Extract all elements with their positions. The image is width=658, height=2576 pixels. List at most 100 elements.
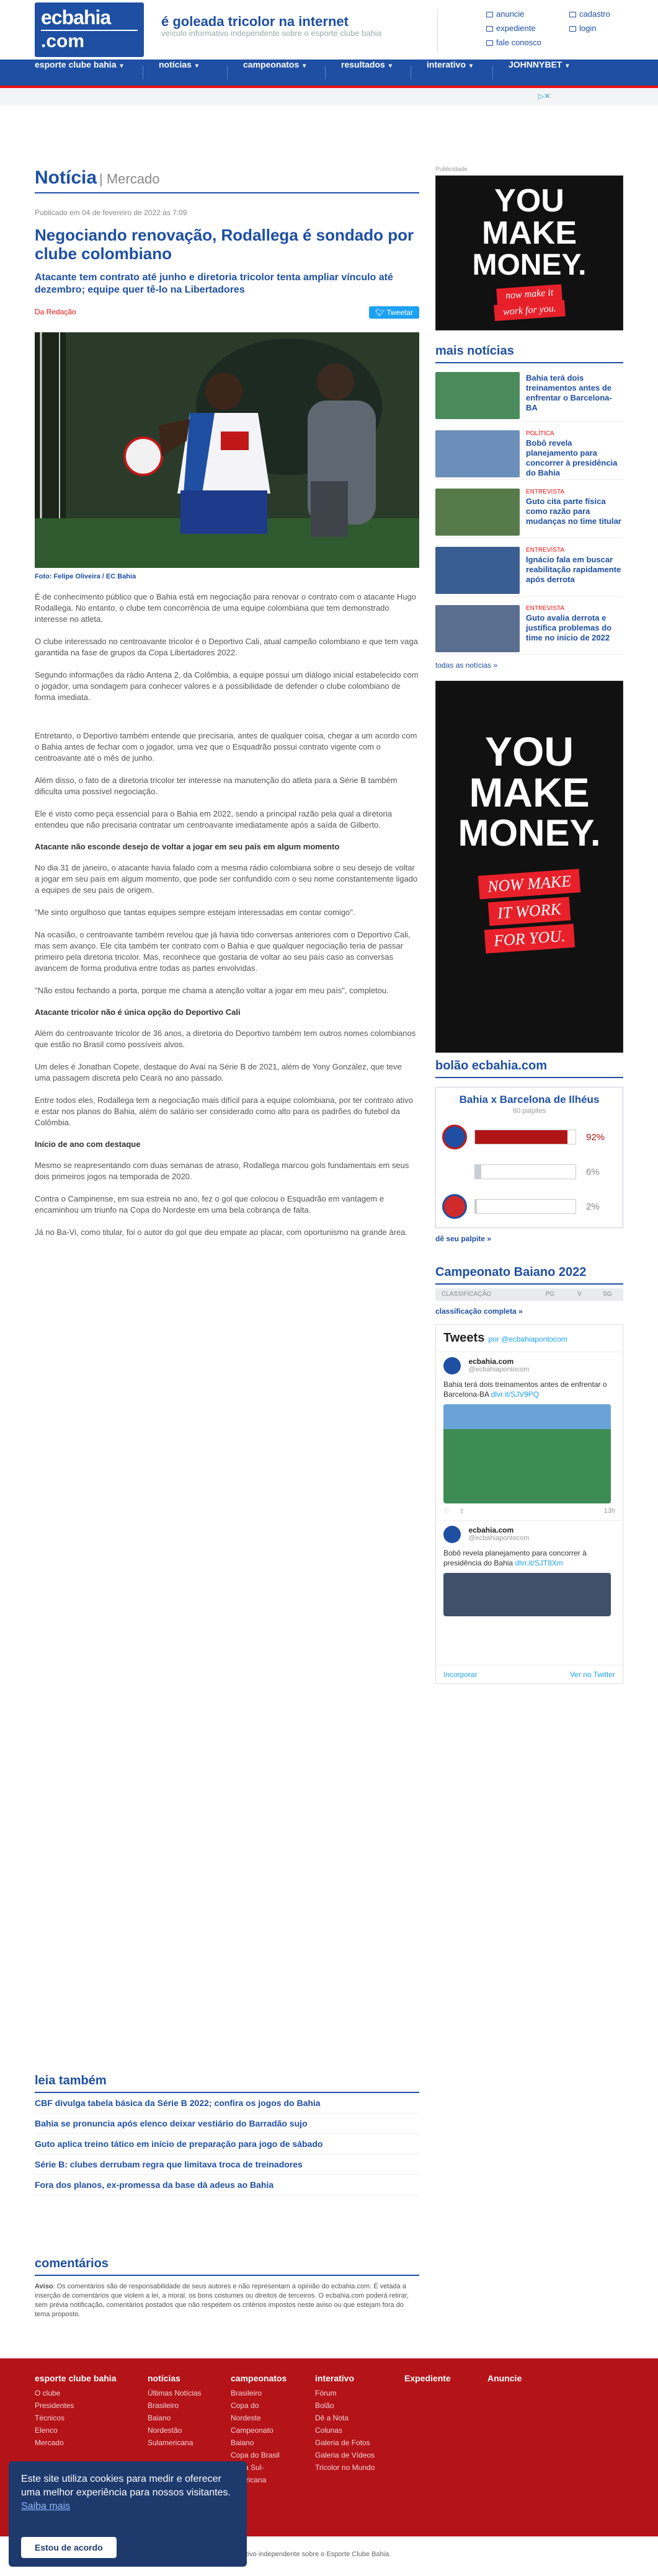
article-body: É de conhecimento público que o Bahia es…	[35, 591, 419, 1238]
footer-link[interactable]: O clube	[35, 2387, 116, 2399]
related-link[interactable]: Bahia se pronuncia após elenco deixar ve…	[35, 2113, 419, 2134]
tweets-by[interactable]: por @ecbahiapontocom	[488, 1335, 567, 1343]
footer-col-anuncie[interactable]: Anuncie	[487, 2373, 522, 2387]
footer-link[interactable]: Brasileiro	[148, 2399, 202, 2412]
chevron-down-icon: ▾	[303, 63, 306, 69]
footer-link[interactable]: Baiano	[231, 2437, 287, 2449]
footer-link[interactable]: Dê a Nota	[315, 2412, 375, 2424]
tweet[interactable]: ecbahia.com @ecbahiapontocom Bahia terá d…	[436, 1352, 623, 1520]
nav-resultados[interactable]: resultados ▾	[341, 60, 392, 86]
footer-link[interactable]: Galeria de Vídeos	[315, 2449, 375, 2461]
paragraph: Entre todos eles, Rodallega tem a negoci…	[35, 1095, 413, 1127]
footer-text: informativo independente sobre o Esporte…	[223, 2551, 391, 2558]
news-title: Bobô revela planejamento para concorrer …	[526, 438, 618, 477]
heart-icon[interactable]: ♡	[443, 1508, 450, 1515]
site-logo[interactable]: ecbahia .com	[35, 2, 144, 57]
sidebar: Publicidade YOU MAKE MONEY. now make it …	[435, 166, 623, 1684]
footer-link[interactable]: Mercado	[35, 2437, 116, 2449]
main-nav: esporte clube bahia ▾ notícias ▾ campeonat…	[0, 60, 658, 88]
poll-option-away[interactable]: 2%	[442, 1194, 616, 1219]
cookie-learn-more-link[interactable]: Saiba mais	[21, 2501, 70, 2512]
tweet-link[interactable]: dlvr.it/SJT8Xm	[515, 1559, 562, 1567]
list-item[interactable]: ENTREVISTA Guto avalia derrota e justific…	[435, 605, 623, 655]
list-item[interactable]: Bahia terá dois treinamentos antes de en…	[435, 372, 623, 422]
paragraph: Segundo informações da rádio Antena 2, d…	[35, 670, 419, 702]
footer-link[interactable]: Tricolor no Mundo	[315, 2461, 375, 2474]
footer-link[interactable]: Baiano	[148, 2412, 202, 2424]
related-link[interactable]: Guto aplica treino tático em início de p…	[35, 2134, 419, 2154]
chevron-down-icon: ▾	[120, 63, 123, 69]
news-thumbnail	[435, 372, 520, 419]
sidebar-ad-2[interactable]: YOU MAKE MONEY. NOW MAKE IT WORK FOR YOU…	[435, 681, 623, 1053]
cadastro-link[interactable]: cadastro	[569, 9, 610, 19]
list-item[interactable]: ENTREVISTA Ignácio fala em buscar reabili…	[435, 547, 623, 596]
footer-link[interactable]: Elenco	[35, 2424, 116, 2437]
tweet-author: ecbahia.com	[468, 1357, 514, 1366]
news-title: Guto cita parte física como razão para m…	[526, 497, 621, 526]
ad-text: YOU	[484, 728, 574, 774]
all-news-link[interactable]: todas as notícias »	[435, 661, 623, 670]
footer-link[interactable]: Colunas	[315, 2424, 375, 2437]
nav-interativo[interactable]: interativo ▾	[427, 60, 473, 86]
tweet-link[interactable]: dlvr.it/SJV9PQ	[491, 1390, 539, 1399]
tweet-date: 13h	[603, 1507, 615, 1515]
footer-link[interactable]: Copa do Brasil	[231, 2449, 287, 2461]
paragraph: "Me sinto orgulhoso que tantas equipes s…	[35, 908, 355, 917]
footer-link[interactable]: Brasileiro	[231, 2387, 287, 2399]
embed-link[interactable]: Incorporar	[443, 1670, 478, 1679]
poll-bar	[474, 1199, 576, 1214]
footer-link[interactable]: Presidentes	[35, 2399, 116, 2412]
poll-cta-link[interactable]: dê seu palpite »	[435, 1234, 623, 1243]
footer-link[interactable]: Fórum	[315, 2387, 375, 2399]
tweets-title: Tweets	[443, 1331, 485, 1345]
header-headline: é goleada tricolor na internet	[161, 14, 349, 29]
news-thumbnail	[435, 489, 520, 536]
fale-conosco-link[interactable]: fale conosco	[486, 38, 541, 47]
list-item[interactable]: POLÍTICA Bobô revela planejamento para co…	[435, 430, 623, 480]
footer-link[interactable]: Técnicos	[35, 2412, 116, 2424]
footer-link[interactable]: Sulamericana	[148, 2437, 202, 2449]
related-link[interactable]: Fora dos planos, ex-promessa da base dá …	[35, 2175, 419, 2195]
ad-choices-icon[interactable]: ▷✕	[538, 92, 550, 100]
list-item[interactable]: ENTREVISTA Guto cita parte física como ra…	[435, 489, 623, 538]
tweet-button[interactable]: 🐦︎ Tweetar	[368, 306, 419, 319]
ad-band: NOW MAKE	[478, 869, 581, 900]
share-icon[interactable]: ⇪	[459, 1508, 465, 1515]
footer-col-expediente[interactable]: Expediente	[404, 2373, 451, 2387]
footer-link[interactable]: Últimas Notícias	[148, 2387, 202, 2399]
footer-link[interactable]: Bolão	[315, 2399, 375, 2412]
footer-heading[interactable]: Anuncie	[487, 2373, 522, 2383]
poll-option-home[interactable]: 92%	[442, 1125, 616, 1149]
paragraph: Entretanto, o Deportivo também entende q…	[35, 731, 417, 763]
view-on-twitter-link[interactable]: Ver no Twitter	[570, 1670, 615, 1679]
footer-heading: notícias	[148, 2373, 180, 2383]
footer-heading[interactable]: Expediente	[404, 2373, 451, 2383]
related-link[interactable]: Série B: clubes derrubam regra que limit…	[35, 2154, 419, 2175]
ad-text: MONEY.	[472, 249, 587, 281]
paragraph: Já no Ba-Vi, como titular, foi o autor d…	[35, 1228, 408, 1237]
sidebar-ad-1[interactable]: YOU MAKE MONEY. now make it work for you…	[435, 175, 623, 330]
nav-esporte-clube-bahia[interactable]: esporte clube bahia ▾	[35, 60, 123, 86]
tweet-handle: @ecbahiapontocom	[468, 1366, 530, 1373]
standings-link[interactable]: classificação completa »	[435, 1307, 623, 1316]
footer-link[interactable]: Campeonato	[231, 2424, 287, 2437]
expediente-link[interactable]: expediente	[486, 24, 536, 33]
bahia-crest-icon	[442, 1125, 467, 1149]
tweet[interactable]: ecbahia.com @ecbahiapontocom Bobô revela …	[436, 1520, 623, 1621]
nav-campeonatos[interactable]: campeonatos ▾	[243, 60, 306, 86]
login-link[interactable]: login	[569, 24, 596, 33]
paragraph: O clube interessado no centroavante tric…	[35, 637, 418, 657]
top-ad-bar: ▷✕	[0, 88, 658, 105]
footer-link[interactable]: Nordestão	[148, 2424, 202, 2437]
footer-link[interactable]: Nordeste	[231, 2412, 287, 2424]
col-header: SG	[603, 1291, 612, 1298]
footer-link[interactable]: Galeria de Fotos	[315, 2437, 375, 2449]
cookie-accept-button[interactable]: Estou de acordo	[21, 2537, 117, 2558]
anuncie-link[interactable]: anuncie	[486, 9, 525, 19]
nav-johnnybet[interactable]: JOHNNYBET ▾	[509, 60, 569, 86]
poll-option-draw[interactable]: 6%	[442, 1159, 616, 1184]
related-link[interactable]: CBF divulga tabela básica da Série B 202…	[35, 2093, 419, 2113]
footer-link[interactable]: Copa do	[231, 2399, 287, 2412]
nav-noticias[interactable]: notícias ▾	[159, 60, 198, 86]
footer-col-clube: esporte clube bahia O clube Presidentes …	[35, 2373, 116, 2449]
